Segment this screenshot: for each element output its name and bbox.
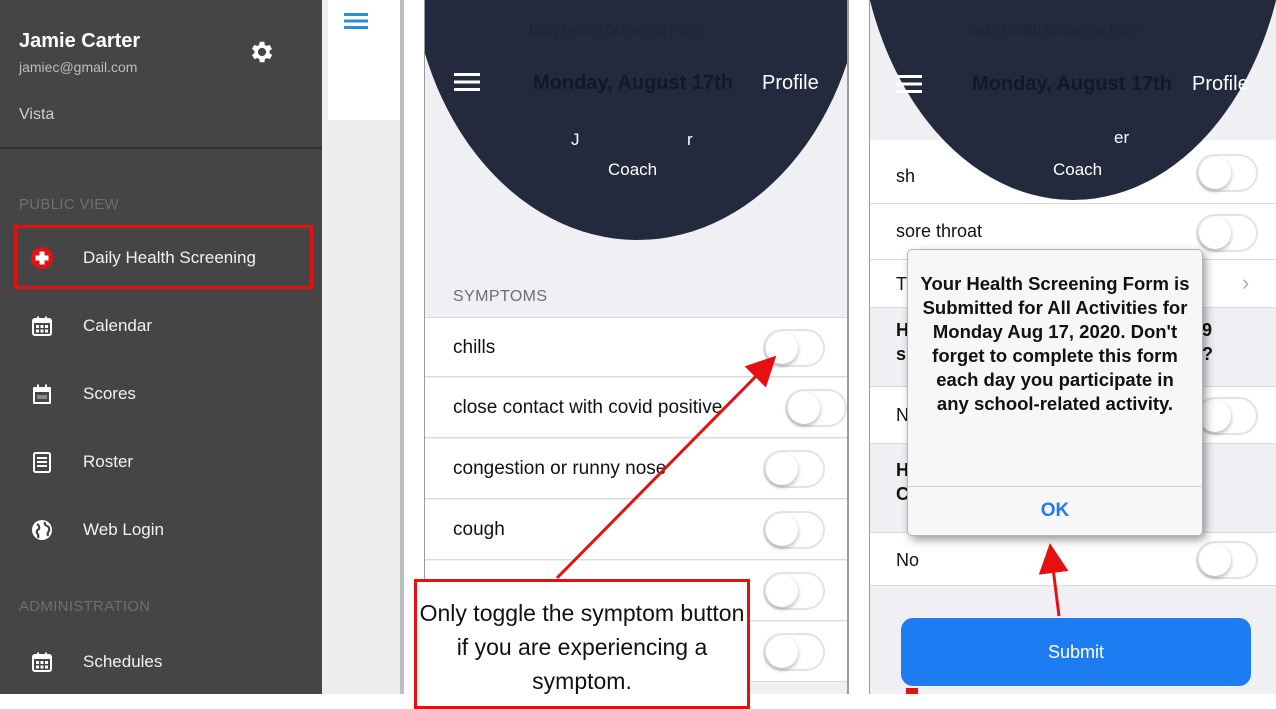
toggle-knob — [1199, 400, 1231, 432]
toggle-knob — [766, 514, 798, 546]
answer-label: No — [896, 550, 920, 570]
answer-row: No — [870, 532, 1276, 586]
panel-border — [400, 0, 404, 694]
symptom-row: chills — [425, 317, 847, 377]
section-header-public-view: PUBLIC VIEW — [19, 196, 119, 213]
symptom-toggle[interactable] — [763, 572, 825, 610]
question-label-partial: s — [896, 344, 907, 364]
organization-name: Vista — [19, 106, 55, 123]
toggle-knob — [1199, 157, 1231, 189]
role-label: Coach — [608, 160, 658, 179]
callout-text: Only toggle the symptom button if you ar… — [419, 600, 745, 694]
symptom-toggle[interactable] — [1196, 214, 1258, 252]
sidebar-item-label: Calendar — [83, 316, 152, 335]
symptom-label: chills — [453, 337, 496, 358]
row-label-partial: sh — [896, 166, 916, 186]
toggle-knob — [788, 392, 820, 424]
highlight-box-fragment — [906, 688, 918, 694]
symptom-row: close contact with covid positive — [425, 378, 847, 438]
symptom-toggle[interactable] — [763, 633, 825, 671]
section-header-administration: ADMINISTRATION — [19, 598, 151, 615]
symptom-label: close contact with covid positive — [453, 397, 723, 418]
ok-button[interactable]: OK — [908, 487, 1202, 535]
form-title: Daily Health Screening Form — [968, 22, 1141, 37]
toggle-knob — [1199, 544, 1231, 576]
submit-button[interactable]: Submit — [901, 618, 1251, 686]
symptom-label: congestion or runny nose — [453, 458, 667, 479]
sidebar-item-label: Scores — [83, 384, 136, 403]
symptom-toggle[interactable] — [763, 511, 825, 549]
sidebar-item-label: Web Login — [83, 520, 164, 539]
symptom-toggle[interactable] — [763, 329, 825, 367]
toggle-knob — [766, 453, 798, 485]
schedules-calendar-icon — [32, 652, 52, 672]
date-label: Monday, August 17th — [533, 72, 733, 94]
question-label-partial: ? — [1202, 344, 1213, 364]
instruction-callout: Only toggle the symptom button if you ar… — [414, 579, 750, 709]
user-name-partial: J — [571, 130, 580, 149]
alert-message: Your Health Screening Form is Submitted … — [920, 273, 1190, 414]
user-name-partial: er — [1114, 128, 1130, 147]
symptom-toggle[interactable] — [785, 389, 847, 427]
globe-icon — [32, 520, 52, 540]
user-email: jamiec@gmail.com — [19, 59, 138, 75]
hamburger-menu-icon[interactable] — [344, 12, 368, 30]
roster-list-icon — [33, 452, 51, 473]
section-header-symptoms: SYMPTOMS — [453, 288, 548, 305]
toggle-knob — [766, 332, 798, 364]
hamburger-menu-icon[interactable] — [896, 75, 922, 93]
sidebar-item-roster[interactable]: Roster — [0, 442, 322, 482]
symptom-toggle[interactable] — [1196, 154, 1258, 192]
sidebar-item-scores[interactable]: Scores — [0, 374, 322, 414]
row-label-partial: T — [896, 274, 907, 294]
form-title: Daily Health Screening Form — [529, 22, 702, 37]
symptom-toggle[interactable] — [763, 450, 825, 488]
sidebar-item-web-login[interactable]: Web Login — [0, 510, 322, 550]
highlight-box — [14, 225, 313, 289]
question-label-partial: 9 — [1202, 320, 1213, 340]
sidebar-menu: Jamie Carter jamiec@gmail.com Vista PUBL… — [0, 0, 322, 694]
sidebar-item-label: Roster — [83, 452, 134, 471]
sidebar-divider — [0, 147, 322, 149]
confirmation-alert-dialog: Your Health Screening Form is Submitted … — [908, 250, 1202, 535]
user-name-partial: r — [687, 130, 693, 149]
user-name: Jamie Carter — [19, 30, 141, 52]
date-label: Monday, August 17th — [972, 73, 1172, 95]
scores-calendar-icon — [33, 384, 51, 404]
sidebar-item-calendar[interactable]: Calendar — [0, 306, 322, 346]
answer-toggle[interactable] — [1196, 397, 1258, 435]
calendar-icon — [32, 316, 52, 336]
symptom-row: congestion or runny nose — [425, 439, 847, 499]
toggle-knob — [1199, 217, 1231, 249]
symptom-row: cough — [425, 500, 847, 560]
sidebar-item-schedules[interactable]: Schedules — [0, 642, 322, 682]
hamburger-menu-icon[interactable] — [454, 73, 480, 91]
sidebar-item-label: Schedules — [83, 652, 163, 671]
profile-button[interactable]: Profile — [1192, 73, 1249, 96]
toggle-knob — [766, 636, 798, 668]
sidebar-screen: Jamie Carter jamiec@gmail.com Vista PUBL… — [0, 0, 404, 694]
chevron-right-icon[interactable]: › — [1242, 270, 1249, 296]
symptom-label: cough — [453, 519, 505, 540]
row-label: sore throat — [896, 221, 983, 241]
gear-icon[interactable] — [248, 38, 276, 66]
toggle-knob — [766, 575, 798, 607]
role-label: Coach — [1053, 160, 1103, 179]
profile-button[interactable]: Profile — [762, 72, 819, 95]
answer-toggle[interactable] — [1196, 541, 1258, 579]
